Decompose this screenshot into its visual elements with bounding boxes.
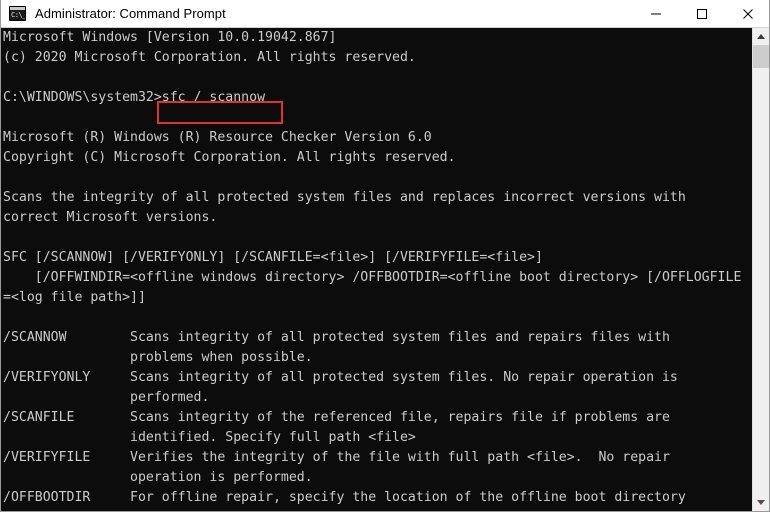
console-line: /OFFWINDIR For offline repair, specify t…: [1, 508, 741, 511]
scroll-up-arrow-icon: [757, 34, 765, 39]
minimize-button[interactable]: [633, 0, 679, 27]
command-prompt-window: C:\_ Administrator: Command Prompt Micro…: [0, 0, 770, 512]
console-line: correct Microsoft versions.: [3, 210, 218, 225]
scroll-up-button[interactable]: [753, 28, 769, 45]
console-line: =<log file path>]]: [3, 290, 146, 305]
scroll-down-button[interactable]: [753, 494, 769, 511]
console-line: Copyright (C) Microsoft Corporation. All…: [3, 150, 456, 165]
console-line: identified. Specify full path <file>: [3, 430, 416, 445]
console-line: C:\WINDOWS\system32>sfc / scannow: [3, 90, 266, 105]
maximize-icon: [697, 8, 707, 19]
window-title: Administrator: Command Prompt: [35, 6, 226, 21]
window-controls: [633, 0, 769, 27]
console-line: [/OFFWINDIR=<offline windows directory> …: [3, 270, 742, 285]
maximize-button[interactable]: [679, 0, 725, 27]
scroll-down-arrow-icon: [757, 500, 765, 505]
console-line: (c) 2020 Microsoft Corporation. All righ…: [3, 50, 416, 65]
console-line: performed.: [3, 390, 210, 405]
console-line: operation is performed.: [3, 470, 313, 485]
minimize-icon: [651, 13, 661, 14]
console-line: problems when possible.: [3, 350, 313, 365]
console-line: Microsoft (R) Windows (R) Resource Check…: [3, 130, 432, 145]
console-line: /OFFBOOTDIR For offline repair, specify …: [3, 490, 686, 505]
console-line: SFC [/SCANNOW] [/VERIFYONLY] [/SCANFILE=…: [3, 250, 543, 265]
console-line: /VERIFYONLY Scans integrity of all prote…: [3, 370, 678, 385]
vertical-scrollbar[interactable]: [752, 28, 769, 511]
console-line: Microsoft Windows [Version 10.0.19042.86…: [3, 30, 337, 45]
command-prompt-icon-glyph: C:\_: [11, 11, 26, 19]
console-output-area[interactable]: Microsoft Windows [Version 10.0.19042.86…: [1, 28, 753, 511]
console-line: /SCANFILE Scans integrity of the referen…: [3, 410, 670, 425]
close-button[interactable]: [725, 0, 769, 27]
command-prompt-icon: C:\_: [9, 6, 26, 21]
console-line: /SCANNOW Scans integrity of all protecte…: [3, 330, 670, 345]
title-bar[interactable]: C:\_ Administrator: Command Prompt: [1, 0, 769, 28]
console-line: Scans the integrity of all protected sys…: [3, 190, 686, 205]
close-icon: [743, 8, 753, 19]
console-line: /VERIFYFILE Verifies the integrity of th…: [3, 450, 670, 465]
scroll-thumb[interactable]: [753, 45, 769, 68]
console-text: Microsoft Windows [Version 10.0.19042.86…: [1, 28, 741, 511]
